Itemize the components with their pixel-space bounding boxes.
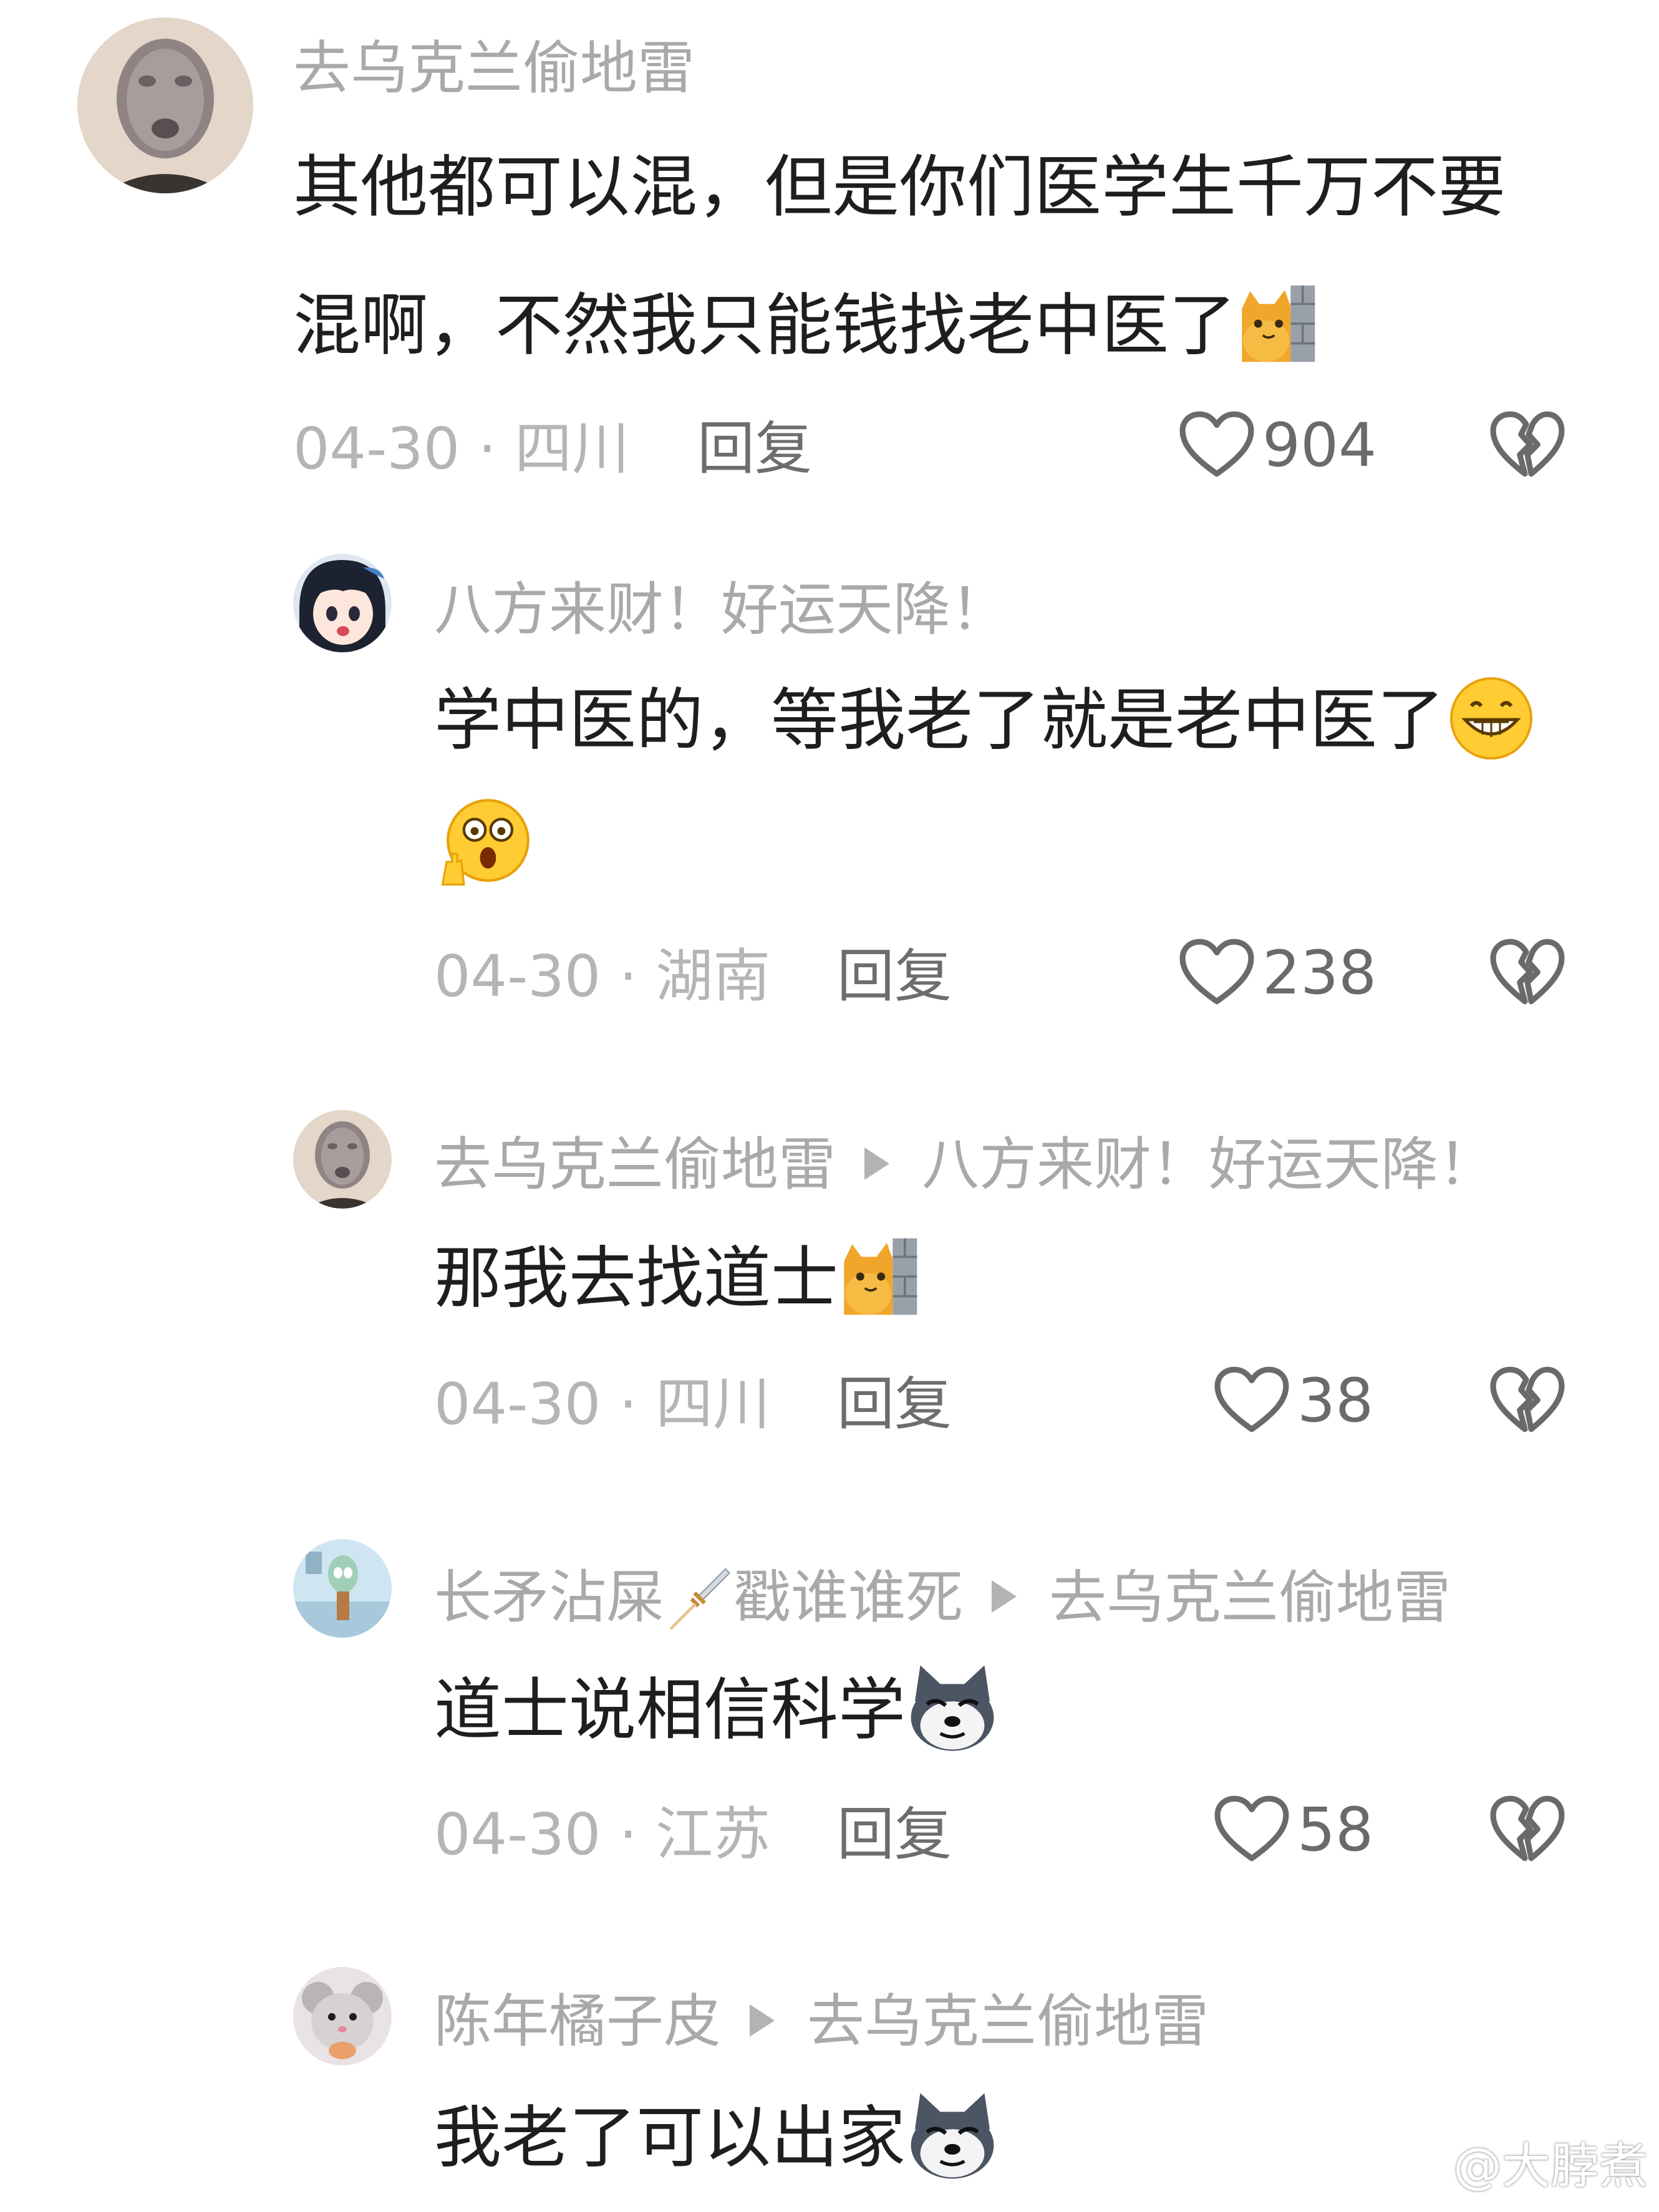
- masked-face-avatar-icon: [293, 1110, 392, 1209]
- comment-text: 其他都可以混，但是你们医学生千万不要 混啊，不然我只能钱找老中医了: [293, 118, 1506, 395]
- heart-icon: [1214, 1366, 1290, 1436]
- sword-emoji-icon: [664, 1564, 733, 1634]
- comment-text-line: 那我去找道士: [434, 1210, 919, 1348]
- cat-peek-icon: [838, 1232, 919, 1321]
- comment-date: 04-30: [434, 1371, 601, 1437]
- anime-girl-avatar-icon: [293, 554, 392, 652]
- reply-arrow-icon: [992, 1580, 1017, 1613]
- like-count: 38: [1297, 1366, 1374, 1436]
- comment-date: 04-30: [434, 943, 601, 1010]
- comment-text-line: 学中医的，等我老了就是老中医了: [434, 659, 1538, 783]
- squidward-avatar-icon: [293, 1539, 392, 1638]
- comment-meta: 04-30 · 湖南: [434, 943, 771, 1010]
- like-button[interactable]: 58: [1214, 1795, 1373, 1865]
- reply-button[interactable]: 回复: [837, 1376, 952, 1433]
- comment-meta: 04-30 · 四川: [434, 1371, 771, 1437]
- reply-to-author[interactable]: 八方来财！好运天降！: [922, 1131, 1496, 1198]
- comment-meta: 04-30 · 四川: [293, 415, 630, 482]
- comment-author-line: 陈年橘子皮 去乌克兰偷地雷: [434, 1993, 1209, 2050]
- reply-arrow-icon: [750, 2004, 775, 2037]
- broken-heart-icon[interactable]: [1489, 410, 1565, 480]
- like-count: 238: [1262, 938, 1377, 1008]
- comment-location: 江苏: [655, 1801, 771, 1868]
- comment-location: 四川: [655, 1371, 771, 1437]
- comment-location: 四川: [515, 415, 630, 482]
- comment-date: 04-30: [434, 1801, 601, 1868]
- comment-text: 我老了可以出家: [434, 2069, 999, 2208]
- comment-text: 道士说相信科学: [434, 1641, 999, 1780]
- avatar[interactable]: [293, 1967, 392, 2065]
- watermark: @大脖煮: [1392, 2127, 1648, 2197]
- avatar[interactable]: [293, 554, 392, 652]
- comment-text-line: 我老了可以出家: [434, 2069, 999, 2208]
- reply-to-author[interactable]: 去乌克兰偷地雷: [1049, 1564, 1451, 1631]
- shocked-emoji-icon: [434, 796, 534, 890]
- reply-button[interactable]: 回复: [697, 420, 812, 478]
- like-count: 904: [1262, 410, 1377, 480]
- like-count: 58: [1297, 1795, 1374, 1865]
- avatar[interactable]: [293, 1539, 392, 1638]
- heart-icon: [1179, 938, 1255, 1008]
- comment-location: 湖南: [655, 943, 771, 1010]
- avatar[interactable]: [293, 1110, 392, 1209]
- comment-meta: 04-30 · 江苏: [434, 1801, 771, 1868]
- reply-arrow-icon: [864, 1147, 890, 1180]
- comment-text: 那我去找道士: [434, 1210, 919, 1348]
- reply-button[interactable]: 回复: [837, 948, 952, 1005]
- like-button[interactable]: 238: [1179, 938, 1376, 1008]
- comment-date: 04-30: [293, 415, 460, 482]
- avatar[interactable]: [77, 17, 253, 193]
- watermark-text: @大脖煮: [1453, 2138, 1648, 2195]
- comment-author-line: 长矛沾屎 戳谁谁死 去乌克兰偷地雷: [434, 1567, 1451, 1636]
- reply-button[interactable]: 回复: [837, 1806, 952, 1863]
- cat-peek-icon: [1236, 279, 1317, 368]
- grin-emoji-icon: [1444, 675, 1538, 762]
- comment-author[interactable]: 八方来财！好运天降！: [434, 581, 1008, 639]
- comment-author[interactable]: 去乌克兰偷地雷: [434, 1131, 836, 1198]
- comment-text: 学中医的，等我老了就是老中医了: [434, 659, 1538, 908]
- comment-author[interactable]: 去乌克兰偷地雷: [293, 40, 695, 97]
- comment-text-line: 道士说相信科学: [434, 1641, 999, 1780]
- heart-icon: [1214, 1795, 1290, 1865]
- broken-heart-icon[interactable]: [1489, 1795, 1565, 1865]
- weibo-logo-icon: [1392, 2142, 1448, 2185]
- comment-text-line-2: 混啊，不然我只能钱找老中医了: [293, 257, 1506, 395]
- broken-heart-icon[interactable]: [1489, 938, 1565, 1008]
- comment-author-line: 去乌克兰偷地雷 八方来财！好运天降！: [434, 1136, 1496, 1194]
- comment-text-line-2: [434, 783, 1538, 908]
- reply-to-author[interactable]: 去乌克兰偷地雷: [807, 1988, 1209, 2055]
- broken-heart-icon[interactable]: [1489, 1366, 1565, 1436]
- comment-author[interactable]: 陈年橘子皮: [434, 1988, 721, 2055]
- like-button[interactable]: 904: [1179, 410, 1376, 480]
- masked-face-avatar-icon: [77, 17, 253, 193]
- comment-author[interactable]: 长矛沾屎 戳谁谁死: [434, 1564, 963, 1631]
- heart-icon: [1179, 410, 1255, 480]
- like-button[interactable]: 38: [1214, 1366, 1373, 1436]
- mouse-avatar-icon: [293, 1967, 392, 2065]
- husky-emoji-icon: [906, 1661, 999, 1755]
- comment-text-line: 其他都可以混，但是你们医学生千万不要: [293, 148, 1506, 226]
- husky-emoji-icon: [906, 2089, 999, 2183]
